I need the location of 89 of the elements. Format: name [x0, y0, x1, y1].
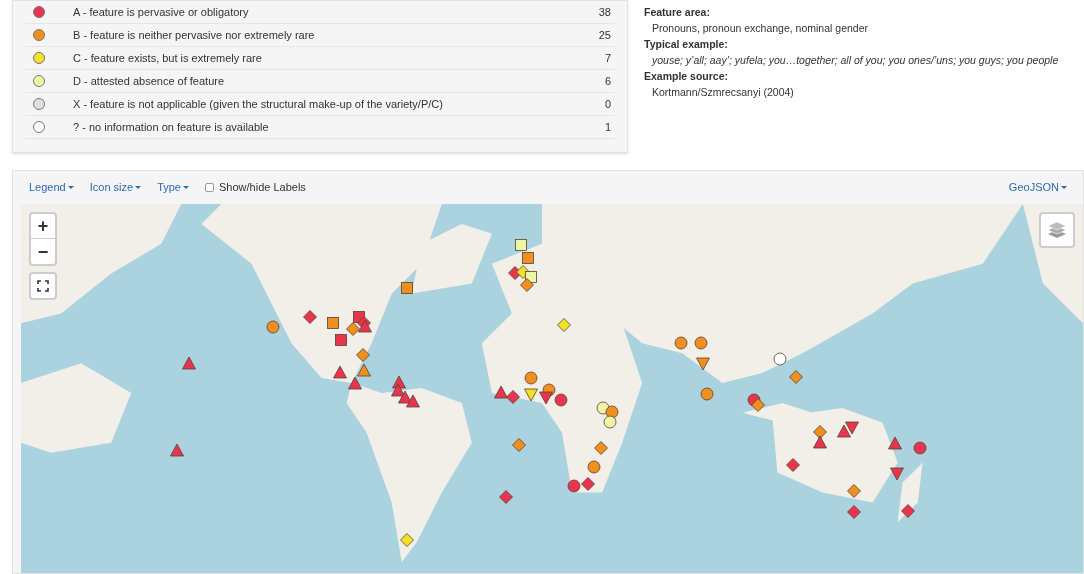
map-marker[interactable] [605, 405, 619, 419]
fullscreen-button[interactable] [29, 272, 57, 300]
map-marker[interactable] [813, 425, 827, 439]
legend-label: A - feature is pervasive or obligatory [73, 4, 250, 20]
map-marker[interactable] [499, 490, 513, 504]
info-text: youse; y’all; aay’; yufela; you…together; all of you; you ones/’uns; you guys; you people [650, 53, 1059, 68]
map-marker[interactable] [696, 357, 710, 371]
caret-icon [183, 186, 189, 189]
map-marker[interactable] [700, 387, 714, 401]
export-menu[interactable]: GeoJSON [1008, 179, 1067, 196]
map-marker[interactable] [581, 477, 595, 491]
dropdown-menu[interactable]: Type [157, 179, 189, 196]
info-text: Kortmann/Szmrecsanyi (2004) [651, 85, 795, 100]
map-marker[interactable] [674, 336, 688, 350]
map-marker[interactable] [587, 460, 601, 474]
map-marker[interactable] [398, 390, 412, 404]
map-marker[interactable] [334, 333, 348, 347]
map-marker[interactable] [333, 365, 347, 379]
map-marker[interactable] [603, 415, 617, 429]
map-marker[interactable] [348, 376, 362, 390]
info-heading: Feature area: [644, 5, 711, 20]
checkbox[interactable] [205, 183, 214, 192]
caret-icon [67, 186, 74, 189]
map[interactable]: + − [21, 204, 1083, 573]
map-marker[interactable] [557, 318, 571, 332]
map-marker[interactable] [847, 484, 861, 498]
fullscreen-icon [37, 280, 49, 292]
legend-count: 7 [604, 50, 611, 66]
map-marker[interactable] [524, 371, 538, 385]
map-marker[interactable] [512, 438, 526, 452]
map-marker[interactable] [913, 441, 927, 455]
info-heading: Typical example: [644, 37, 729, 52]
map-marker[interactable] [786, 458, 800, 472]
map-marker[interactable] [773, 352, 787, 366]
map-marker[interactable] [694, 336, 708, 350]
map-marker[interactable] [182, 356, 196, 370]
map-marker[interactable] [837, 424, 851, 438]
map-marker[interactable] [539, 391, 553, 405]
map-marker[interactable] [303, 310, 317, 324]
legend-count: 6 [604, 73, 611, 89]
map-marker[interactable] [554, 393, 568, 407]
map-marker[interactable] [400, 533, 414, 547]
map-marker[interactable] [400, 281, 414, 295]
legend-label: X - feature is not applicable (given the structural make-up of the variety/P/C) [73, 96, 444, 112]
caret-icon [1061, 186, 1067, 189]
map-marker[interactable] [346, 322, 360, 336]
legend-label: C - feature exists, but is extremely rare [73, 50, 263, 66]
legend-count: 38 [598, 4, 611, 20]
map-marker[interactable] [521, 251, 535, 265]
info-heading: Example source: [644, 69, 730, 84]
checkbox-label: Show/hide Labels [219, 180, 306, 196]
map-marker[interactable] [890, 467, 904, 481]
map-marker[interactable] [170, 443, 184, 457]
map-marker[interactable] [326, 316, 340, 330]
map-marker[interactable] [888, 436, 902, 450]
map-marker[interactable] [357, 363, 371, 377]
map-marker[interactable] [901, 504, 915, 518]
legend-label: ? - no information on feature is available [73, 119, 270, 135]
dropdown-menu[interactable]: Icon size [89, 179, 142, 196]
map-marker[interactable] [514, 238, 528, 252]
map-marker[interactable] [751, 398, 765, 412]
map-marker[interactable] [266, 320, 280, 334]
map-marker[interactable] [392, 375, 406, 389]
legend-count: 25 [598, 27, 611, 43]
caret-icon [135, 186, 142, 189]
map-marker[interactable] [845, 421, 859, 435]
map-marker[interactable] [847, 505, 861, 519]
legend-count: 1 [604, 119, 611, 135]
map-marker[interactable] [789, 370, 803, 384]
map-marker[interactable] [594, 441, 608, 455]
legend-label: B - feature is neither pervasive nor extremely rare [73, 27, 316, 43]
zoom-in-button[interactable]: + [31, 214, 55, 239]
legend-count: 0 [604, 96, 611, 112]
zoom-out-button[interactable]: − [31, 239, 55, 264]
dropdown-menu[interactable]: Legend [29, 179, 74, 196]
map-marker[interactable] [356, 348, 370, 362]
map-marker[interactable] [406, 394, 420, 408]
map-marker[interactable] [567, 479, 581, 493]
map-marker[interactable] [524, 388, 538, 402]
map-marker[interactable] [596, 401, 610, 415]
map-marker[interactable] [520, 278, 534, 292]
layers-icon [1047, 221, 1067, 239]
map-marker[interactable] [506, 390, 520, 404]
map-marker[interactable] [516, 265, 530, 279]
info-text: Pronouns, pronoun exchange, nominal gender [651, 21, 869, 36]
map-marker[interactable] [813, 435, 827, 449]
layers-button[interactable] [1039, 212, 1075, 248]
legend-label: D - attested absence of feature [73, 73, 226, 89]
map-marker[interactable] [494, 385, 508, 399]
